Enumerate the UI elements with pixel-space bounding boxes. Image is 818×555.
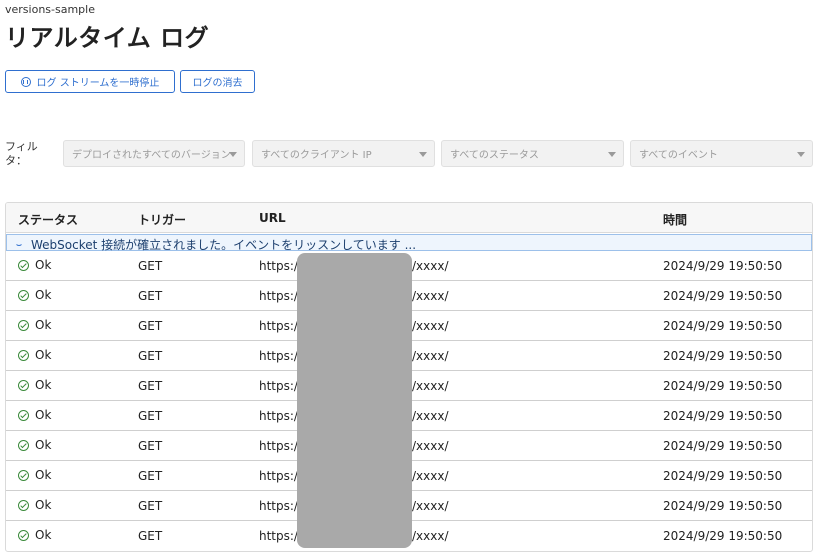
time-cell: 2024/9/29 19:50:50: [663, 379, 783, 393]
url-prefix: https://: [259, 469, 303, 483]
header-time: 時間: [663, 213, 688, 227]
clear-logs-button[interactable]: ログの消去: [180, 70, 255, 93]
app-name: versions-sample: [5, 3, 95, 16]
status-cell: Ok: [18, 348, 51, 362]
status-text: Ok: [35, 318, 52, 332]
status-text: Ok: [35, 408, 52, 422]
trigger-cell: GET: [138, 349, 163, 363]
trigger-cell: GET: [138, 439, 163, 453]
event-filter-select[interactable]: すべてのイベント: [630, 140, 813, 167]
check-circle-icon: [18, 379, 29, 391]
time-cell: 2024/9/29 19:50:50: [663, 499, 783, 513]
status-text: Ok: [35, 528, 52, 542]
url-suffix: /xxxx/: [412, 529, 449, 543]
status-filter-select[interactable]: すべてのステータス: [441, 140, 624, 167]
time-cell: 2024/9/29 19:50:50: [663, 319, 783, 333]
time-cell: 2024/9/29 19:50:50: [663, 439, 783, 453]
version-filter-value: デプロイされたすべてのバージョン: [72, 150, 231, 161]
status-text: Ok: [35, 258, 52, 272]
url-prefix: https://: [259, 439, 303, 453]
check-circle-icon: [18, 259, 29, 271]
check-circle-icon: [18, 289, 29, 301]
websocket-banner: WebSocket 接続が確立されました。イベントをリッスンしています ...: [6, 234, 812, 252]
url-suffix: /xxxx/: [412, 349, 449, 363]
url-prefix: https://: [259, 289, 303, 303]
check-circle-icon: [18, 349, 29, 361]
check-circle-icon: [18, 529, 29, 541]
url-suffix: /xxxx/: [412, 289, 449, 303]
url-prefix: https://: [259, 259, 303, 273]
client-ip-filter-value: すべてのクライアント IP: [261, 150, 372, 161]
status-text: Ok: [35, 288, 52, 302]
caret-down-icon: [229, 152, 237, 157]
page-title: リアルタイム ログ: [5, 24, 210, 52]
trigger-cell: GET: [138, 259, 163, 273]
check-circle-icon: [18, 499, 29, 511]
trigger-cell: GET: [138, 469, 163, 483]
time-cell: 2024/9/29 19:50:50: [663, 259, 783, 273]
caret-down-icon: [419, 152, 427, 157]
time-cell: 2024/9/29 19:50:50: [663, 469, 783, 483]
table-header: ステータス トリガー URL 時間: [6, 203, 812, 233]
time-cell: 2024/9/29 19:50:50: [663, 289, 783, 303]
trigger-cell: GET: [138, 379, 163, 393]
loading-spinner-icon: [15, 238, 23, 246]
status-cell: Ok: [18, 378, 51, 392]
pause-circle-icon: [20, 76, 31, 87]
status-cell: Ok: [18, 468, 51, 482]
url-prefix: https://: [259, 379, 303, 393]
status-cell: Ok: [18, 288, 51, 302]
caret-down-icon: [797, 152, 805, 157]
header-status: ステータス: [18, 213, 79, 227]
url-prefix: https://: [259, 319, 303, 333]
pause-stream-label: ログ ストリームを一時停止: [36, 78, 160, 89]
check-circle-icon: [18, 319, 29, 331]
status-text: Ok: [35, 348, 52, 362]
status-cell: Ok: [18, 318, 51, 332]
check-circle-icon: [18, 469, 29, 481]
url-suffix: /xxxx/: [412, 319, 449, 333]
status-text: Ok: [35, 438, 52, 452]
url-redaction-block: [297, 253, 412, 548]
status-text: Ok: [35, 498, 52, 512]
status-text: Ok: [35, 468, 52, 482]
trigger-cell: GET: [138, 289, 163, 303]
status-text: Ok: [35, 378, 52, 392]
url-suffix: /xxxx/: [412, 499, 449, 513]
client-ip-filter-select[interactable]: すべてのクライアント IP: [252, 140, 435, 167]
trigger-cell: GET: [138, 319, 163, 333]
event-filter-value: すべてのイベント: [639, 150, 718, 161]
status-filter-value: すべてのステータス: [450, 150, 539, 161]
version-filter-select[interactable]: デプロイされたすべてのバージョン: [63, 140, 245, 167]
url-suffix: /xxxx/: [412, 469, 449, 483]
header-trigger: トリガー: [138, 213, 187, 227]
url-prefix: https://: [259, 409, 303, 423]
pause-stream-button[interactable]: ログ ストリームを一時停止: [5, 70, 175, 93]
url-prefix: https://: [259, 349, 303, 363]
status-cell: Ok: [18, 258, 51, 272]
trigger-cell: GET: [138, 499, 163, 513]
filter-label: フィルタ：: [5, 140, 38, 167]
clear-logs-label: ログの消去: [192, 78, 243, 89]
status-cell: Ok: [18, 438, 51, 452]
url-suffix: /xxxx/: [412, 259, 449, 273]
status-cell: Ok: [18, 498, 51, 512]
check-circle-icon: [18, 409, 29, 421]
time-cell: 2024/9/29 19:50:50: [663, 409, 783, 423]
header-url: URL: [259, 211, 286, 225]
url-suffix: /xxxx/: [412, 409, 449, 423]
trigger-cell: GET: [138, 529, 163, 543]
status-cell: Ok: [18, 408, 51, 422]
check-circle-icon: [18, 439, 29, 451]
url-prefix: https://: [259, 499, 303, 513]
time-cell: 2024/9/29 19:50:50: [663, 529, 783, 543]
time-cell: 2024/9/29 19:50:50: [663, 349, 783, 363]
url-suffix: /xxxx/: [412, 379, 449, 393]
url-prefix: https://: [259, 529, 303, 543]
status-cell: Ok: [18, 528, 51, 542]
caret-down-icon: [608, 152, 616, 157]
trigger-cell: GET: [138, 409, 163, 423]
url-suffix: /xxxx/: [412, 439, 449, 453]
